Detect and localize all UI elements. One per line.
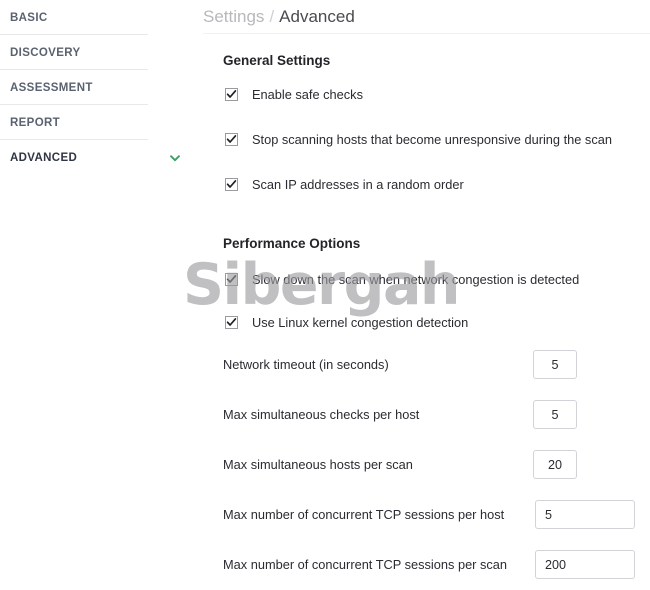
- field-label: Max simultaneous hosts per scan: [223, 456, 413, 472]
- checkbox-stop-scanning-unresponsive[interactable]: [225, 132, 238, 146]
- field-label: Max number of concurrent TCP sessions pe…: [223, 506, 505, 522]
- field-row-max-checks-per-host: Max simultaneous checks per host: [223, 399, 419, 429]
- sidebar-item-assessment[interactable]: ASSESSMENT: [0, 70, 196, 105]
- checkbox-row-scan-random-order[interactable]: Scan IP addresses in a random order: [225, 175, 464, 193]
- field-label: Max simultaneous checks per host: [223, 406, 420, 422]
- sidebar-nav: BASIC DISCOVERY ASSESSMENT REPORT ADVANC…: [0, 0, 196, 590]
- checkbox-label: Scan IP addresses in a random order: [252, 176, 464, 192]
- field-row-network-timeout: Network timeout (in seconds): [223, 349, 389, 379]
- checkbox-row-linux-kernel-congestion[interactable]: Use Linux kernel congestion detection: [225, 313, 468, 331]
- checkbox-scan-random-order[interactable]: [225, 177, 238, 191]
- checkbox-label: Stop scanning hosts that become unrespon…: [252, 131, 612, 147]
- checkbox-slow-down-scan[interactable]: [225, 272, 238, 286]
- field-row-max-hosts-per-scan: Max simultaneous hosts per scan: [223, 449, 413, 479]
- section-title-performance: Performance Options: [223, 236, 361, 251]
- field-row-tcp-sessions-per-host: Max number of concurrent TCP sessions pe…: [223, 499, 504, 529]
- breadcrumb-root[interactable]: Settings: [203, 7, 264, 27]
- breadcrumb: Settings / Advanced: [203, 2, 355, 32]
- sidebar-item-label: DISCOVERY: [10, 46, 81, 59]
- sidebar-item-label: BASIC: [10, 11, 48, 24]
- network-timeout-input[interactable]: [533, 350, 577, 379]
- checkbox-row-stop-scanning-unresponsive[interactable]: Stop scanning hosts that become unrespon…: [225, 130, 612, 148]
- sidebar-item-label: ASSESSMENT: [10, 81, 93, 94]
- sidebar-item-label: REPORT: [10, 116, 61, 129]
- sidebar-item-advanced[interactable]: ADVANCED: [0, 140, 196, 175]
- content-panel: Settings / Advanced General Settings Ena…: [203, 0, 650, 590]
- checkbox-linux-kernel-congestion[interactable]: [225, 315, 238, 329]
- checkbox-label: Slow down the scan when network congesti…: [252, 271, 580, 287]
- field-row-tcp-sessions-per-scan: Max number of concurrent TCP sessions pe…: [223, 549, 507, 579]
- checkbox-label: Enable safe checks: [252, 86, 363, 102]
- sidebar-item-discovery[interactable]: DISCOVERY: [0, 35, 196, 70]
- checkbox-row-enable-safe-checks[interactable]: Enable safe checks: [225, 85, 363, 103]
- sidebar-item-label: ADVANCED: [10, 151, 78, 164]
- checkbox-row-slow-down-scan[interactable]: Slow down the scan when network congesti…: [225, 270, 579, 288]
- checkbox-enable-safe-checks[interactable]: [225, 87, 238, 101]
- max-tcp-sessions-per-scan-input[interactable]: [535, 550, 635, 579]
- max-simultaneous-hosts-per-scan-input[interactable]: [533, 450, 577, 479]
- sidebar-item-basic[interactable]: BASIC: [0, 0, 196, 35]
- section-title-general: General Settings: [223, 53, 331, 68]
- checkbox-label: Use Linux kernel congestion detection: [252, 314, 469, 330]
- sidebar-item-report[interactable]: REPORT: [0, 105, 196, 140]
- nav-divider: [0, 174, 148, 175]
- chevron-down-icon: [168, 151, 182, 165]
- field-label: Network timeout (in seconds): [223, 356, 389, 372]
- advanced-settings-form: General Settings Enable safe checks Stop…: [203, 34, 650, 590]
- max-simultaneous-checks-per-host-input[interactable]: [533, 400, 577, 429]
- settings-advanced-page: BASIC DISCOVERY ASSESSMENT REPORT ADVANC…: [0, 0, 650, 590]
- breadcrumb-current: Advanced: [279, 7, 355, 26]
- breadcrumb-separator: /: [269, 7, 275, 26]
- field-label: Max number of concurrent TCP sessions pe…: [223, 556, 508, 572]
- max-tcp-sessions-per-host-input[interactable]: [535, 500, 635, 529]
